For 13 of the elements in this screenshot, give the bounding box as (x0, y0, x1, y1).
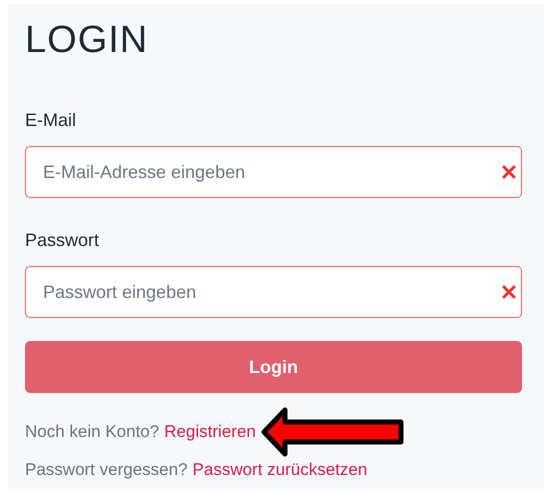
field-label: Passwort (25, 229, 100, 252)
text-link[interactable]: Registrieren (164, 419, 256, 445)
text-link[interactable]: Passwort zurücksetzen (192, 457, 368, 483)
prompt-text: Noch kein Konto? (25, 421, 160, 444)
arrow-icon (260, 407, 406, 457)
field-label: E-Mail (25, 109, 76, 132)
input-field[interactable]: E-Mail-Adresse eingeben (25, 146, 522, 198)
prompt-text: Passwort vergessen? (25, 459, 188, 482)
login-title: LOGIN (25, 18, 148, 62)
error-icon (502, 285, 516, 299)
input-field[interactable]: Passwort eingeben (25, 266, 522, 318)
error-icon (502, 165, 516, 179)
login-button[interactable]: Login (25, 341, 522, 393)
